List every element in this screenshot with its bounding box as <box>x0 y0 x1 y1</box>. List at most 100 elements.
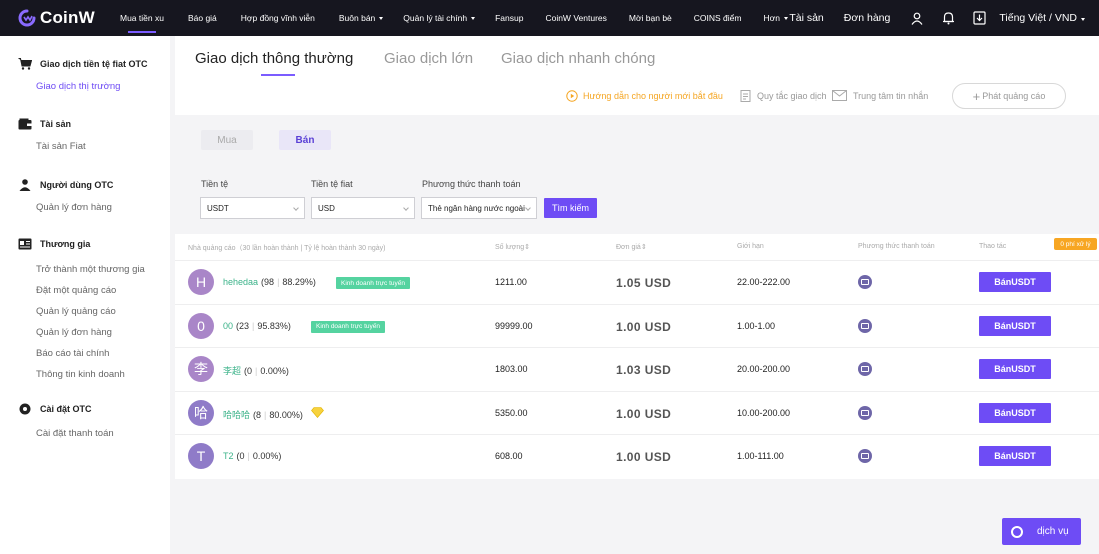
nav-invite[interactable]: Mời bạn bè <box>629 0 672 36</box>
sidebar-item-manage-ads[interactable]: Quản lý quảng cáo <box>0 301 170 322</box>
trading-rules-link[interactable]: Quy tắc giao dịch <box>740 90 827 102</box>
sidebar-item-financial-report[interactable]: Báo cáo tài chính <box>0 343 170 364</box>
avatar[interactable]: 哈 <box>188 399 214 426</box>
completion-rate: 0.00%) <box>260 366 289 376</box>
ads-table: Nhà quảng cáo（30 lần hoàn thành | Tỷ lệ … <box>175 234 1099 479</box>
sidebar-group-title: Tài sản <box>40 119 72 129</box>
user-icon <box>18 179 32 191</box>
divider: | <box>247 451 250 461</box>
advertiser-name[interactable]: 00 <box>223 321 233 331</box>
sidebar-item-payment-settings[interactable]: Cài đặt thanh toán <box>0 423 170 444</box>
nav-ventures[interactable]: CoinW Ventures <box>545 0 606 36</box>
nav-fansup[interactable]: Fansup <box>495 0 523 36</box>
column-header-quantity[interactable]: Số lượng⇕ <box>495 243 530 251</box>
divider: | <box>277 277 280 287</box>
nav-finance[interactable]: Quản lý tài chính <box>403 0 476 36</box>
quantity-value: 5350.00 <box>495 407 528 418</box>
message-center-link[interactable]: Trung tâm tin nhắn <box>832 90 928 101</box>
fiat-select[interactable]: USD <box>311 197 415 219</box>
plus-icon: + <box>972 88 981 104</box>
trade-count: (8 <box>253 409 262 420</box>
quantity-value: 99999.00 <box>495 320 533 331</box>
nav-trade[interactable]: Buôn bán <box>339 0 384 36</box>
tab-normal-trade[interactable]: Giao dịch thông thường <box>195 50 353 67</box>
advertiser-info: 00 (23 | 95.83%) <box>223 321 291 331</box>
nav-coins-points[interactable]: COINS điểm <box>694 0 742 36</box>
completion-rate: 80.00%) <box>269 409 303 420</box>
sidebar-item-become-merchant[interactable]: Trở thành một thương gia <box>0 259 170 280</box>
limit-value: 1.00-111.00 <box>737 451 784 461</box>
divider: | <box>264 409 267 420</box>
advertiser-name[interactable]: hehedaa <box>223 277 258 287</box>
nav-assets[interactable]: Tài sản <box>789 12 823 24</box>
avatar[interactable]: H <box>188 269 214 295</box>
search-button[interactable]: Tìm kiếm <box>544 198 597 218</box>
nav-orders[interactable]: Đơn hàng <box>844 12 891 24</box>
user-icon[interactable] <box>910 11 924 25</box>
payment-method-select[interactable]: Thẻ ngân hàng nước ngoài <box>421 197 537 219</box>
advertiser-name[interactable]: 李超 <box>223 366 241 376</box>
bell-icon[interactable] <box>941 11 955 25</box>
sell-usdt-button[interactable]: BánUSDT <box>979 359 1051 379</box>
buy-toggle-button[interactable]: Mua <box>201 130 253 150</box>
bank-card-icon <box>858 275 872 289</box>
sidebar-group-title: Giao dịch tiền tệ fiat OTC <box>40 59 148 69</box>
advertiser-name[interactable]: T2 <box>223 451 234 461</box>
completion-rate: 95.83%) <box>257 320 291 331</box>
beginner-guide-link[interactable]: Hướng dẫn cho người mới bắt đầu <box>566 90 723 102</box>
avatar[interactable]: 0 <box>188 312 214 339</box>
column-header-price[interactable]: Đơn giá⇕ <box>616 243 647 251</box>
sidebar-item-market-trade[interactable]: Giao dịch thị trường <box>0 76 170 97</box>
sidebar-item-manage-orders[interactable]: Quản lý đơn hàng <box>0 322 170 343</box>
post-ad-button[interactable]: + Phát quảng cáo <box>952 83 1066 109</box>
bank-card-icon <box>858 318 872 333</box>
nav-buy-crypto[interactable]: Mua tiền xu <box>120 0 164 36</box>
sell-usdt-button[interactable]: BánUSDT <box>979 446 1051 466</box>
bank-card-icon <box>858 405 872 420</box>
sidebar-item-fiat-assets[interactable]: Tài sản Fiat <box>0 136 170 157</box>
sidebar-group-title: Cài đặt OTC <box>40 404 92 414</box>
chevron-down-icon <box>379 16 384 20</box>
chevron-down-icon <box>403 205 409 211</box>
sidebar-item-order-management[interactable]: Quản lý đơn hàng <box>0 197 170 218</box>
sidebar-group-header: Tài sản <box>0 115 170 133</box>
sidebar-group-title: Người dùng OTC <box>40 180 114 190</box>
chevron-down-icon <box>525 205 531 211</box>
nav-perpetual[interactable]: Hợp đồng vĩnh viễn <box>241 0 315 36</box>
nav-quotes[interactable]: Báo giá <box>188 0 217 36</box>
customer-service-button[interactable]: dịch vụ <box>1002 518 1081 545</box>
avatar[interactable]: T <box>188 443 214 469</box>
price-value: 1.00 USD <box>616 406 672 421</box>
chevron-down-icon <box>293 205 299 211</box>
trade-count: (0 <box>244 366 253 376</box>
divider: | <box>255 366 258 376</box>
logo[interactable]: CoinW <box>18 8 110 28</box>
sell-toggle-button[interactable]: Bán <box>279 130 331 150</box>
sidebar-item-business-info[interactable]: Thông tin kinh doanh <box>0 364 170 385</box>
advertiser-name[interactable]: 哈哈哈 <box>223 410 250 420</box>
language-selector[interactable]: Tiếng Việt / VND <box>999 12 1085 24</box>
quantity-value: 1211.00 <box>495 277 527 287</box>
sidebar: Giao dịch tiền tệ fiat OTC Giao dịch thị… <box>0 36 170 554</box>
play-circle-icon <box>566 90 578 102</box>
sell-usdt-button[interactable]: BánUSDT <box>979 402 1051 423</box>
trade-side-toggle: Mua Bán <box>201 130 331 150</box>
diamond-icon <box>311 406 324 418</box>
online-business-badge: Kinh doanh trực tuyến <box>336 277 410 289</box>
nav-right: Tài sản Đơn hàng Tiếng Việt / VND <box>789 0 1085 36</box>
bank-card-icon <box>858 449 872 463</box>
merchant-icon <box>18 238 32 250</box>
sidebar-item-place-ad[interactable]: Đặt một quảng cáo <box>0 280 170 301</box>
avatar[interactable]: 李 <box>188 356 214 382</box>
bank-card-icon <box>858 362 872 376</box>
currency-select[interactable]: USDT <box>200 197 305 219</box>
sell-usdt-button[interactable]: BánUSDT <box>979 315 1051 336</box>
tab-quick-trade[interactable]: Giao dịch nhanh chóng <box>501 50 655 67</box>
download-icon[interactable] <box>972 11 986 25</box>
price-value: 1.03 USD <box>616 363 672 377</box>
nav-more[interactable]: Hơn <box>764 0 788 36</box>
sidebar-group-assets: Tài sản Tài sản Fiat <box>0 115 170 157</box>
sell-usdt-button[interactable]: BánUSDT <box>979 272 1051 292</box>
quantity-value: 608.00 <box>495 451 523 461</box>
tab-large-trade[interactable]: Giao dịch lớn <box>384 50 473 67</box>
